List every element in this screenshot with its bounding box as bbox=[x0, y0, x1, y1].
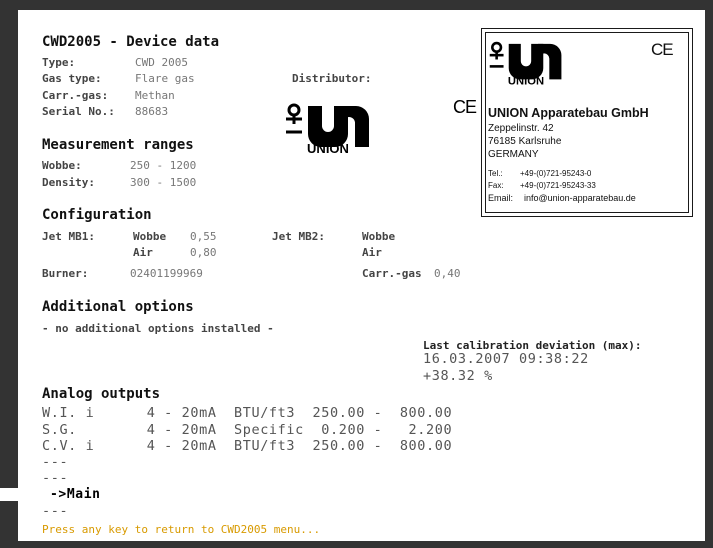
calibration-value: +38.32 % bbox=[423, 368, 493, 384]
analog-outputs-heading: Analog outputs bbox=[42, 386, 161, 402]
wobbe-range: 250 - 1200 bbox=[130, 159, 197, 172]
serial-label: Serial No.: bbox=[42, 105, 115, 118]
card-union-logo: UNION bbox=[488, 35, 583, 90]
union-logo: UNION bbox=[284, 100, 394, 156]
carrier-gas-value: Methan bbox=[135, 89, 175, 102]
options-heading: Additional options bbox=[42, 299, 194, 315]
svg-text:UNION: UNION bbox=[307, 141, 349, 155]
email-value: info@union-apparatebau.de bbox=[524, 193, 636, 203]
jet-mb1-wobbe-label: Wobbe bbox=[133, 230, 167, 243]
company-street: Zeppelinstr. 42 bbox=[488, 123, 554, 134]
carr-gas-config-label: Carr.-gas bbox=[362, 267, 422, 280]
tel-label: Tel.: bbox=[488, 169, 503, 178]
card-ce-mark: CE bbox=[651, 40, 674, 59]
jet-mb2-wobbe-label: Wobbe bbox=[362, 230, 396, 243]
analog-row: W.I. i 4 - 20mA BTU/ft3 250.00 - 800.00 bbox=[42, 405, 453, 421]
ranges-heading: Measurement ranges bbox=[42, 137, 194, 153]
carrier-gas-label: Carr.-gas: bbox=[42, 89, 109, 102]
gas-type-label: Gas type: bbox=[42, 72, 102, 85]
company-name: UNION Apparatebau GmbH bbox=[488, 106, 649, 120]
page-title: CWD2005 - Device data bbox=[42, 34, 220, 50]
density-label: Density: bbox=[42, 176, 95, 189]
company-country: GERMANY bbox=[488, 149, 539, 160]
analog-row: --- bbox=[42, 470, 69, 486]
serial-value: 88683 bbox=[135, 105, 169, 118]
jet-mb2-label: Jet MB2: bbox=[272, 230, 325, 243]
analog-row: C.V. i 4 - 20mA BTU/ft3 250.00 - 800.00 bbox=[42, 438, 453, 454]
jet-mb1-air-value: 0,80 bbox=[190, 246, 217, 259]
top-border bbox=[0, 0, 713, 10]
jet-mb1-label: Jet MB1: bbox=[42, 230, 95, 243]
analog-row-after-main: --- bbox=[42, 503, 69, 519]
type-label: Type: bbox=[42, 56, 76, 69]
left-border bbox=[0, 10, 18, 488]
type-value: CWD 2005 bbox=[135, 56, 188, 69]
burner-label: Burner: bbox=[42, 267, 89, 280]
svg-text:UNION: UNION bbox=[508, 76, 544, 88]
distributor-label: Distributor: bbox=[292, 72, 372, 85]
fax-label: Fax: bbox=[488, 181, 504, 190]
ce-mark: CE bbox=[453, 97, 477, 117]
jet-mb1-wobbe-value: 0,55 bbox=[190, 230, 217, 243]
main-menu-link[interactable]: ->Main bbox=[50, 486, 101, 503]
email-label: Email: bbox=[488, 193, 514, 203]
jet-mb1-air-label: Air bbox=[133, 246, 153, 259]
analog-row: S.G. 4 - 20mA Specific 0.200 - 2.200 bbox=[42, 422, 453, 438]
bottom-border bbox=[0, 541, 713, 548]
fax-value: +49-(0)721-95243-33 bbox=[520, 181, 596, 190]
footer-prompt: Press any key to return to CWD2005 menu.… bbox=[42, 523, 321, 536]
density-range: 300 - 1500 bbox=[130, 176, 197, 189]
right-border bbox=[705, 10, 713, 548]
wobbe-label: Wobbe: bbox=[42, 159, 82, 172]
options-text: - no additional options installed - bbox=[42, 322, 274, 335]
jet-mb2-air-label: Air bbox=[362, 246, 382, 259]
carr-gas-config-value: 0,40 bbox=[434, 267, 461, 280]
company-city: 76185 Karlsruhe bbox=[488, 136, 562, 147]
calibration-datetime: 16.03.2007 09:38:22 bbox=[423, 351, 589, 367]
gas-type-value: Flare gas bbox=[135, 72, 195, 85]
distributor-card: UNION CE UNION Apparatebau GmbH Zeppelin… bbox=[481, 28, 693, 217]
tel-value: +49-(0)721-95243-0 bbox=[520, 169, 592, 178]
analog-row: --- bbox=[42, 454, 69, 470]
burner-value: 02401199969 bbox=[130, 267, 203, 280]
configuration-heading: Configuration bbox=[42, 207, 152, 223]
